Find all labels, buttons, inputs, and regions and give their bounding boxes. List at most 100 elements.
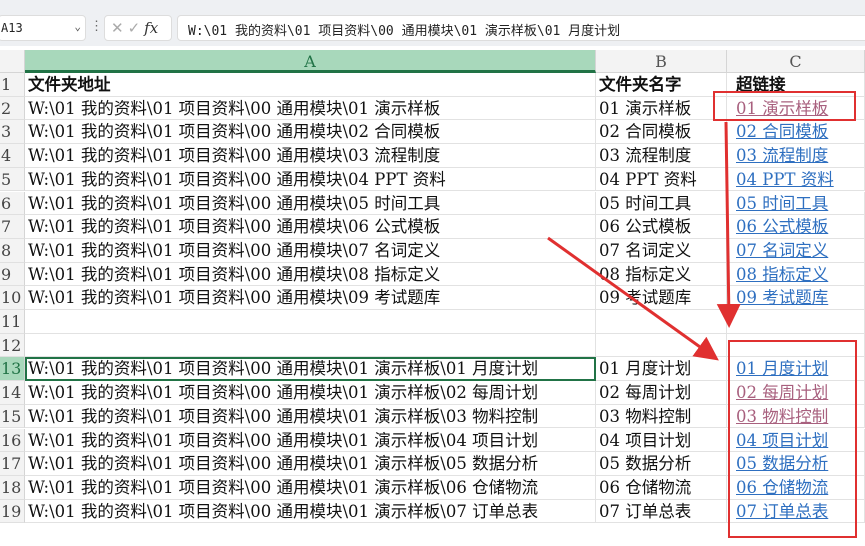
cell-folder-address[interactable] xyxy=(25,310,596,334)
cell-hyperlink[interactable]: 03 流程制度 xyxy=(727,144,865,168)
column-header-a[interactable]: A xyxy=(25,50,596,73)
cell-hyperlink[interactable]: 06 仓储物流 xyxy=(727,475,865,500)
cell-hyperlink[interactable]: 03 物料控制 xyxy=(727,404,865,429)
column-header-c[interactable]: C xyxy=(727,50,865,73)
row-header[interactable]: 9 xyxy=(0,262,25,287)
cell-folder-address[interactable]: W:\01 我的资料\01 项目资料\00 通用模块\01 演示样板\04 项目… xyxy=(25,428,596,453)
cell-folder-address[interactable]: W:\01 我的资料\01 项目资料\00 通用模块\05 时间工具 xyxy=(25,191,596,216)
row-header[interactable]: 5 xyxy=(0,167,25,192)
row-header[interactable]: 7 xyxy=(0,215,25,239)
confirm-icon[interactable]: ✓ xyxy=(128,19,145,37)
column-header-b[interactable]: B xyxy=(596,50,727,73)
cell-hyperlink[interactable]: 04 PPT 资料 xyxy=(727,167,865,192)
cell-hyperlink[interactable]: 06 公式模板 xyxy=(727,215,865,239)
chevron-down-icon[interactable]: ⌄ xyxy=(74,20,81,33)
select-all-corner[interactable] xyxy=(0,50,25,73)
cell-folder-address[interactable]: W:\01 我的资料\01 项目资料\00 通用模块\03 流程制度 xyxy=(25,144,596,168)
cell-folder-name[interactable] xyxy=(596,310,727,334)
cell-folder-address[interactable]: W:\01 我的资料\01 项目资料\00 通用模块\01 演示样板\02 每周… xyxy=(25,381,596,405)
cell-folder-address[interactable]: W:\01 我的资料\01 项目资料\00 通用模块\08 指标定义 xyxy=(25,262,596,287)
cell-folder-name[interactable]: 06 公式模板 xyxy=(596,215,727,239)
function-icon[interactable]: fx xyxy=(144,19,158,37)
cell-folder-name[interactable]: 05 时间工具 xyxy=(596,191,727,216)
cell-hyperlink[interactable]: 07 名词定义 xyxy=(727,238,865,263)
cell-folder-address[interactable]: W:\01 我的资料\01 项目资料\00 通用模块\01 演示样板 xyxy=(25,96,596,121)
cell-folder-address[interactable]: W:\01 我的资料\01 项目资料\00 通用模块\09 考试题库 xyxy=(25,286,596,310)
cell-folder-name[interactable]: 04 项目计划 xyxy=(596,428,727,453)
cell-folder-name[interactable] xyxy=(596,333,727,358)
cell-hyperlink[interactable]: 02 合同模板 xyxy=(727,120,865,145)
cell-folder-name[interactable]: 01 演示样板 xyxy=(596,96,727,121)
row-header[interactable]: 13 xyxy=(0,357,25,382)
header-cell-link[interactable]: 超链接 xyxy=(727,73,865,97)
hyperlink[interactable]: 09 考试题库 xyxy=(736,288,828,307)
row-header[interactable]: 12 xyxy=(0,333,25,358)
row-header[interactable]: 19 xyxy=(0,499,25,524)
row-header[interactable]: 11 xyxy=(0,310,25,334)
cell-folder-name[interactable]: 01 月度计划 xyxy=(596,357,727,382)
hyperlink[interactable]: 07 名词定义 xyxy=(736,241,828,260)
cell-hyperlink[interactable]: 02 每周计划 xyxy=(727,381,865,405)
hyperlink[interactable]: 03 流程制度 xyxy=(736,146,828,165)
hyperlink[interactable]: 01 月度计划 xyxy=(736,359,828,378)
hyperlink[interactable]: 08 指标定义 xyxy=(736,265,828,284)
cell-hyperlink[interactable]: 01 演示样板 xyxy=(727,96,865,121)
cell-folder-name[interactable]: 02 每周计划 xyxy=(596,381,727,405)
cell-folder-address[interactable]: W:\01 我的资料\01 项目资料\00 通用模块\01 演示样板\01 月度… xyxy=(25,357,596,382)
row-header[interactable]: 4 xyxy=(0,144,25,168)
cell-folder-name[interactable]: 07 名词定义 xyxy=(596,238,727,263)
cell-folder-address[interactable]: W:\01 我的资料\01 项目资料\00 通用模块\07 名词定义 xyxy=(25,238,596,263)
cell-folder-name[interactable]: 08 指标定义 xyxy=(596,262,727,287)
row-header[interactable]: 10 xyxy=(0,286,25,310)
header-cell-name[interactable]: 文件夹名字 xyxy=(596,73,727,97)
row-header[interactable]: 1 xyxy=(0,73,25,97)
hyperlink[interactable]: 06 公式模板 xyxy=(736,217,828,236)
cell-folder-address[interactable]: W:\01 我的资料\01 项目资料\00 通用模块\01 演示样板\03 物料… xyxy=(25,404,596,429)
row-header[interactable]: 17 xyxy=(0,452,25,476)
cell-folder-address[interactable]: W:\01 我的资料\01 项目资料\00 通用模块\01 演示样板\07 订单… xyxy=(25,499,596,524)
cell-hyperlink[interactable]: 05 时间工具 xyxy=(727,191,865,216)
cell-folder-address[interactable]: W:\01 我的资料\01 项目资料\00 通用模块\02 合同模板 xyxy=(25,120,596,145)
cell-folder-name[interactable]: 03 物料控制 xyxy=(596,404,727,429)
cell-folder-address[interactable]: W:\01 我的资料\01 项目资料\00 通用模块\04 PPT 资料 xyxy=(25,167,596,192)
row-header[interactable]: 15 xyxy=(0,404,25,429)
cell-hyperlink[interactable]: 01 月度计划 xyxy=(727,357,865,382)
header-cell-address[interactable]: 文件夹地址 xyxy=(25,73,596,97)
row-header[interactable]: 16 xyxy=(0,428,25,453)
cell-folder-address[interactable]: W:\01 我的资料\01 项目资料\00 通用模块\01 演示样板\06 仓储… xyxy=(25,475,596,500)
name-box[interactable]: A13 ⌄ xyxy=(0,15,86,41)
hyperlink[interactable]: 02 每周计划 xyxy=(736,383,828,402)
cell-hyperlink[interactable] xyxy=(727,310,865,334)
cell-folder-address[interactable]: W:\01 我的资料\01 项目资料\00 通用模块\01 演示样板\05 数据… xyxy=(25,452,596,476)
row-header[interactable]: 6 xyxy=(0,191,25,216)
row-header[interactable]: 8 xyxy=(0,238,25,263)
row-header[interactable]: 2 xyxy=(0,96,25,121)
cell-folder-name[interactable]: 09 考试题库 xyxy=(596,286,727,310)
row-header[interactable]: 14 xyxy=(0,381,25,405)
cell-folder-address[interactable]: W:\01 我的资料\01 项目资料\00 通用模块\06 公式模板 xyxy=(25,215,596,239)
hyperlink[interactable]: 03 物料控制 xyxy=(736,407,828,426)
hyperlink[interactable]: 01 演示样板 xyxy=(736,99,828,118)
cell-hyperlink[interactable]: 04 项目计划 xyxy=(727,428,865,453)
row-header[interactable]: 18 xyxy=(0,475,25,500)
hyperlink[interactable]: 04 PPT 资料 xyxy=(736,170,834,189)
cell-hyperlink[interactable]: 05 数据分析 xyxy=(727,452,865,476)
hyperlink[interactable]: 02 合同模板 xyxy=(736,122,828,141)
hyperlink[interactable]: 05 时间工具 xyxy=(736,194,828,213)
cell-hyperlink[interactable] xyxy=(727,333,865,358)
hyperlink[interactable]: 04 项目计划 xyxy=(736,431,828,450)
cell-folder-name[interactable]: 04 PPT 资料 xyxy=(596,167,727,192)
hyperlink[interactable]: 05 数据分析 xyxy=(736,454,828,473)
cell-hyperlink[interactable]: 09 考试题库 xyxy=(727,286,865,310)
cell-folder-name[interactable]: 07 订单总表 xyxy=(596,499,727,524)
row-header[interactable]: 3 xyxy=(0,120,25,145)
hyperlink[interactable]: 07 订单总表 xyxy=(736,502,828,521)
cell-hyperlink[interactable]: 08 指标定义 xyxy=(727,262,865,287)
cell-hyperlink[interactable]: 07 订单总表 xyxy=(727,499,865,524)
cancel-icon[interactable]: ✕ xyxy=(111,19,128,37)
cell-folder-address[interactable] xyxy=(25,333,596,358)
more-icon[interactable]: ⋮ xyxy=(90,19,103,34)
cell-folder-name[interactable]: 02 合同模板 xyxy=(596,120,727,145)
cell-folder-name[interactable]: 03 流程制度 xyxy=(596,144,727,168)
cell-folder-name[interactable]: 05 数据分析 xyxy=(596,452,727,476)
